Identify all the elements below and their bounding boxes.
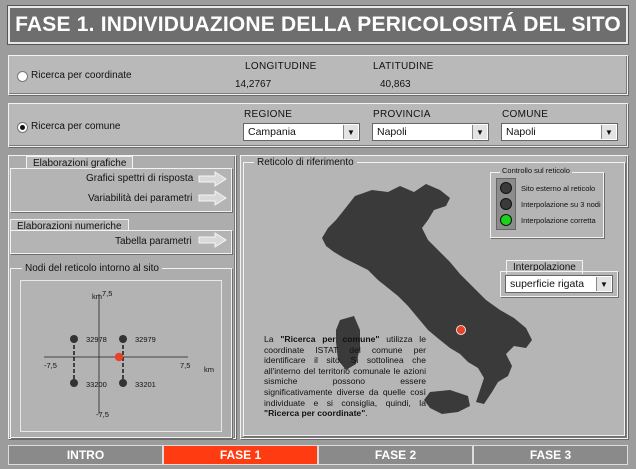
- info-text-p2: utilizza le coordinate ISTAT del comune …: [264, 334, 427, 408]
- sicily: [424, 390, 470, 414]
- longitude-value: 14,2767: [235, 79, 272, 90]
- provincia-label: PROVINCIA: [373, 109, 431, 120]
- light-off-icon: [500, 182, 512, 194]
- chevron-down-icon[interactable]: ▼: [472, 125, 487, 139]
- variabilita-parametri-link[interactable]: Variabilità dei parametri: [88, 193, 192, 204]
- interp-value: superficie rigata: [510, 278, 585, 290]
- info-text: La "Ricerca per comune" utilizza le coor…: [264, 334, 426, 419]
- node-tl-marker: [70, 335, 78, 343]
- nodi-heading: Nodi del reticolo intorno al sito: [22, 263, 162, 274]
- regione-select[interactable]: Campania ▼: [243, 123, 360, 141]
- provincia-select[interactable]: Napoli ▼: [372, 123, 489, 141]
- controllo-heading: Controllo sul reticolo: [500, 166, 572, 175]
- node-bl-marker: [70, 379, 78, 387]
- info-text-p3: .: [365, 408, 368, 419]
- coords-panel: Ricerca per coordinate LONGITUDINE 14,27…: [8, 55, 628, 95]
- light3-label: Interpolazione corretta: [521, 216, 596, 225]
- grafici-spettri-link[interactable]: Grafici spettri di risposta: [86, 173, 193, 184]
- node-br-label: 33201: [135, 380, 156, 389]
- km-label-top: km: [92, 292, 102, 301]
- site-dot: [456, 325, 466, 335]
- site-marker: [114, 352, 124, 362]
- tick-left: -7,5: [44, 361, 57, 370]
- km-label-right: km: [204, 365, 214, 374]
- comune-panel: Ricerca per comune REGIONE Campania ▼ PR…: [8, 103, 628, 147]
- light2-label: Interpolazione su 3 nodi: [521, 200, 601, 209]
- light-off-icon: [500, 198, 512, 210]
- tab-fase3[interactable]: FASE 3: [473, 445, 628, 465]
- radio-coordinate[interactable]: [17, 71, 28, 82]
- arrow-right-icon[interactable]: [198, 190, 228, 206]
- radio-coordinate-label: Ricerca per coordinate: [31, 70, 132, 81]
- radio-comune-label: Ricerca per comune: [31, 121, 121, 132]
- reticolo-heading: Reticolo di riferimento: [254, 157, 357, 168]
- tabella-parametri-link[interactable]: Tabella parametri: [115, 236, 192, 247]
- arrow-right-icon[interactable]: [198, 171, 228, 187]
- node-tr-label: 32979: [135, 335, 156, 344]
- page-title: FASE 1. INDIVIDUAZIONE DELLA PERICOLOSIT…: [8, 6, 628, 44]
- tick-bottom: -7,5: [96, 410, 109, 419]
- arrow-right-icon[interactable]: [198, 232, 228, 248]
- light1-label: Sito esterno al reticolo: [521, 184, 596, 193]
- tab-fase1[interactable]: FASE 1: [163, 445, 318, 465]
- info-text-p1: La: [264, 334, 281, 344]
- node-tl-label: 32978: [86, 335, 107, 344]
- light-green-icon: [500, 214, 512, 226]
- regione-label: REGIONE: [244, 109, 293, 120]
- tab-intro[interactable]: INTRO: [8, 445, 163, 465]
- radio-comune[interactable]: [17, 122, 28, 133]
- chevron-down-icon[interactable]: ▼: [343, 125, 358, 139]
- info-text-b2: "Ricerca per coordinate": [264, 408, 366, 419]
- latitude-value: 40,863: [380, 79, 411, 90]
- info-text-b1: "Ricerca per comune": [280, 334, 380, 344]
- node-tr-marker: [119, 335, 127, 343]
- tick-top: 7,5: [102, 289, 113, 298]
- comune-select[interactable]: Napoli ▼: [501, 123, 618, 141]
- tick-right: 7,5: [180, 361, 191, 370]
- chevron-down-icon[interactable]: ▼: [596, 277, 611, 291]
- interp-select[interactable]: superficie rigata ▼: [505, 275, 613, 293]
- node-bl-label: 33200: [86, 380, 107, 389]
- longitude-label: LONGITUDINE: [245, 61, 317, 72]
- regione-value: Campania: [248, 126, 296, 138]
- provincia-value: Napoli: [377, 126, 407, 138]
- comune-value: Napoli: [506, 126, 536, 138]
- latitude-label: LATITUDINE: [373, 61, 434, 72]
- tab-fase2[interactable]: FASE 2: [318, 445, 473, 465]
- node-br-marker: [119, 379, 127, 387]
- chevron-down-icon[interactable]: ▼: [601, 125, 616, 139]
- comune-label: COMUNE: [502, 109, 549, 120]
- nodi-plot: [44, 294, 188, 414]
